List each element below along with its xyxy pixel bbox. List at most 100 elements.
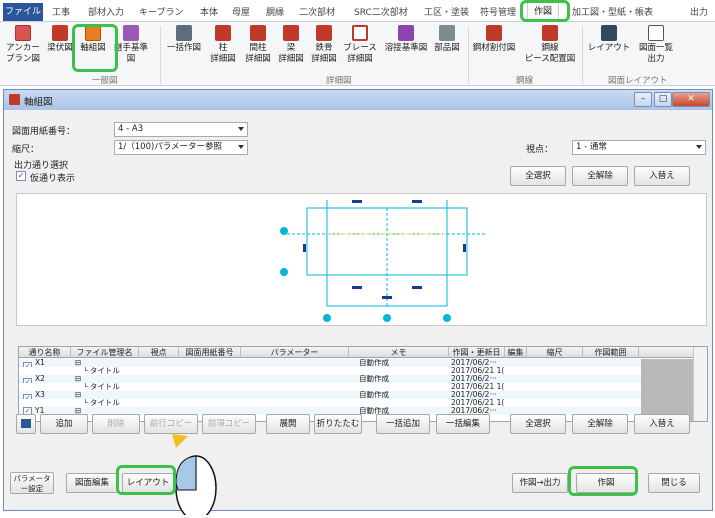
viewpoint-select[interactable]: 1 - 通常 <box>572 140 706 155</box>
close-button[interactable]: 閉じる <box>648 473 700 493</box>
virtual-display-label: 仮通り表示 <box>30 174 76 184</box>
select-all-button[interactable]: 全選択 <box>510 414 566 434</box>
table-row[interactable]: └ タイトル 2017/06/21 1( <box>19 383 693 391</box>
select-all-top-button[interactable]: 全選択 <box>510 166 566 186</box>
tab-src-secondary[interactable]: SRC二次部材 <box>354 5 408 19</box>
drawing-edit-button[interactable]: 図面編集 <box>66 473 118 493</box>
brace-detail-icon <box>352 25 368 41</box>
col-parameter: パラメーター <box>241 347 349 358</box>
tab-main-body[interactable]: 本体 <box>200 5 218 19</box>
batch-edit-button[interactable]: 一括編集 <box>436 414 490 434</box>
axis-marker-circle <box>443 314 451 322</box>
tab-fabrication[interactable]: 加工図・型紙・帳表 <box>572 5 653 19</box>
axis-drawing-dialog: 軸組図 – □ ✕ 図面用紙番号： 4 - A3 縮尺： 1/（100)パラメー… <box>3 89 713 511</box>
dimension-text-mark <box>382 296 392 299</box>
group-label-general: 一般図 <box>92 76 118 86</box>
table-row[interactable]: ✓ X3 ⊟ 自動作成 2017/06/2··· <box>19 391 693 403</box>
add-row-button[interactable]: 追加 <box>40 414 88 434</box>
anchor-plan-button[interactable]: アンカー プラン図 <box>3 25 43 65</box>
delete-row-button[interactable]: 削除 <box>92 414 140 434</box>
column-detail-button[interactable]: 柱 詳細図 <box>210 25 236 65</box>
col-paper-number: 図面用紙番号 <box>179 347 241 358</box>
beam-plan-button[interactable]: 梁伏図 <box>46 25 74 54</box>
grid-settings-button[interactable] <box>16 414 36 434</box>
paper-number-label: 図面用紙番号： <box>12 127 76 137</box>
tab-keyplan[interactable]: キープラン <box>139 5 183 19</box>
output-selection-label: 出力通り選択 <box>14 161 69 171</box>
dialog-title: 軸組図 <box>24 97 53 108</box>
draw-button[interactable]: 作図 <box>576 473 636 493</box>
layout-ribbon-button[interactable]: レイアウト <box>586 25 632 54</box>
scale-select[interactable]: 1/（100)パラメーター参照 <box>114 140 248 155</box>
ribbon-panel: アンカー プラン図 梁伏図 軸組図 継手基準図 一般図 一括作図 柱 詳細図 間… <box>0 22 715 86</box>
swap-top-button[interactable]: 入替え <box>634 166 690 186</box>
steel-detail-button[interactable]: 鉄骨 詳細図 <box>308 25 340 65</box>
batch-add-button[interactable]: 一括追加 <box>376 414 430 434</box>
weld-standard-button[interactable]: 溶接基準図 <box>382 25 430 54</box>
tab-secondary-member[interactable]: 二次部材 <box>299 5 335 19</box>
col-file-name: ファイル管理名 <box>71 347 139 358</box>
piece-layout-button[interactable]: 鋼線 ピース配置図 <box>522 25 578 65</box>
dimension-text-mark <box>463 244 466 252</box>
weld-standard-icon <box>398 25 414 41</box>
group-label-detail: 詳細図 <box>326 76 352 86</box>
deselect-all-button[interactable]: 全解除 <box>572 414 628 434</box>
stud-detail-button[interactable]: 間柱 詳細図 <box>243 25 273 65</box>
beam-detail-icon <box>283 25 299 41</box>
tab-file[interactable]: ファイル <box>3 3 43 21</box>
beam-detail-button[interactable]: 梁 詳細図 <box>276 25 306 65</box>
close-window-button[interactable]: ✕ <box>672 92 710 107</box>
collapse-button[interactable]: 折りたたむ <box>314 414 362 434</box>
drawing-list-output-button[interactable]: 図面一覧 出力 <box>636 25 676 65</box>
tab-member-input[interactable]: 部材入力 <box>88 5 124 19</box>
swap-button[interactable]: 入替え <box>634 414 690 434</box>
col-scale: 縮尺 <box>527 347 583 358</box>
draw-output-button[interactable]: 作図→出力 <box>512 473 568 493</box>
paper-number-select[interactable]: 4 - A3 <box>114 122 248 137</box>
tab-purlin[interactable]: 母屋 <box>232 5 250 19</box>
chevron-down-icon <box>696 145 702 149</box>
table-row[interactable]: ✓ X2 ⊟ 自動作成 2017/06/2··· <box>19 375 693 387</box>
ribbon-separator <box>582 26 583 84</box>
steel-allocation-button[interactable]: 鋼材割付図 <box>471 25 517 54</box>
grid-scrollbar[interactable] <box>693 347 707 421</box>
tab-girt[interactable]: 胴縁 <box>266 5 284 19</box>
row-axis-name: X2 <box>35 375 45 383</box>
expand-button[interactable]: 展開 <box>266 414 310 434</box>
row-memo: 自動作成 <box>359 359 389 367</box>
ribbon-separator <box>160 26 161 84</box>
drawing-list-icon <box>648 25 664 41</box>
piece-layout-icon <box>542 25 558 41</box>
joint-standard-button[interactable]: 継手基準図 <box>110 25 152 65</box>
tab-construction[interactable]: 工事 <box>52 5 70 19</box>
table-row[interactable]: └ タイトル 2017/06/21 1( <box>19 399 693 407</box>
maximize-button[interactable]: □ <box>654 92 672 107</box>
axis-drawing-button[interactable]: 軸組図 <box>78 25 108 54</box>
table-row[interactable]: └ タイトル 2017/06/21 1( <box>19 367 693 375</box>
parameter-settings-button[interactable]: パラメーター設定 <box>10 472 54 494</box>
parts-diagram-button[interactable]: 部品図 <box>432 25 462 54</box>
anchor-plan-icon <box>15 25 31 41</box>
batch-draw-button[interactable]: 一括作図 <box>164 25 204 54</box>
table-row[interactable]: ✓ X1 ⊟ 自動作成 2017/06/2··· <box>19 359 693 371</box>
dialog-title-bar[interactable]: 軸組図 – □ ✕ <box>4 90 712 110</box>
parts-diagram-icon <box>439 25 455 41</box>
virtual-display-checkbox[interactable]: ✓ <box>16 171 26 181</box>
stud-detail-icon <box>250 25 266 41</box>
brace-detail-button[interactable]: ブレース 詳細図 <box>342 25 378 65</box>
row-date: 2017/06/21 1( <box>451 383 505 391</box>
tab-drawing[interactable]: 作図 <box>527 2 560 22</box>
joint-standard-icon <box>123 25 139 41</box>
ribbon-tab-bar: ファイル 工事 部材入力 キープラン 本体 母屋 胴縁 二次部材 SRC二次部材… <box>0 0 715 22</box>
layout-button[interactable]: レイアウト <box>122 473 174 493</box>
tab-output[interactable]: 出力 <box>690 5 708 19</box>
row-date: 2017/06/21 1( <box>451 399 505 407</box>
tab-zone-paint[interactable]: 工区・塗装 <box>424 5 469 19</box>
axis-marker-circle <box>280 227 288 235</box>
grid-empty-area <box>641 359 693 421</box>
axis-drawing-icon <box>85 25 101 41</box>
tab-code-management[interactable]: 符号管理 <box>480 5 516 19</box>
axis-marker-circle <box>280 268 288 276</box>
deselect-all-top-button[interactable]: 全解除 <box>572 166 628 186</box>
minimize-button[interactable]: – <box>634 92 652 107</box>
